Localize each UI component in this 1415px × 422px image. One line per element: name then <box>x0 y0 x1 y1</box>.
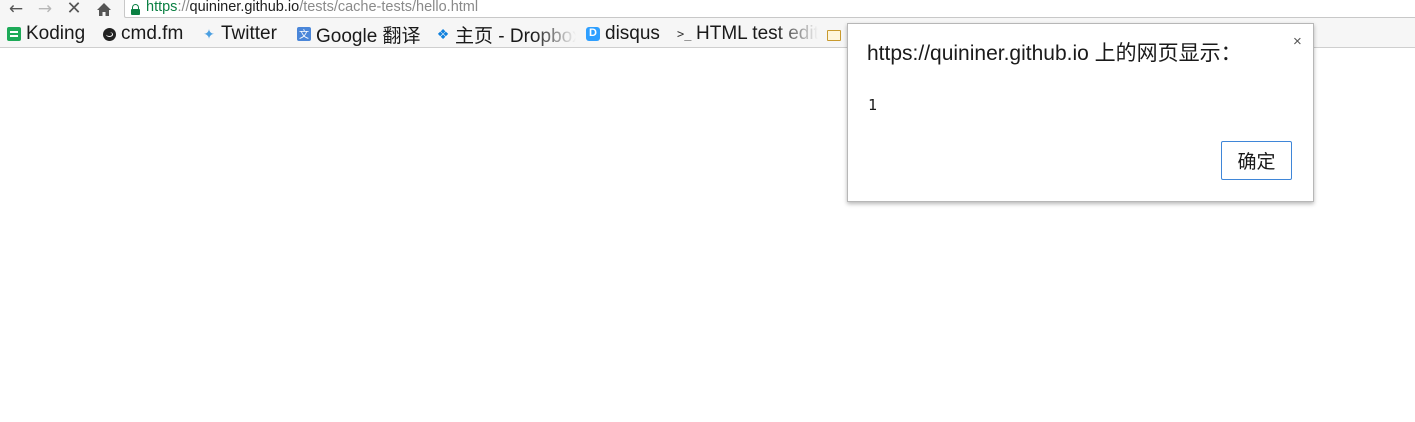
home-icon <box>97 2 111 16</box>
ok-button[interactable]: 确定 <box>1221 141 1292 180</box>
disqus-icon <box>586 27 600 41</box>
folder-icon <box>827 29 841 41</box>
url-host: quininer.github.io <box>189 0 300 15</box>
koding-icon <box>7 27 21 41</box>
close-icon[interactable]: × <box>1293 33 1302 50</box>
bookmark-label: Koding <box>26 23 86 44</box>
bookmark-disqus[interactable]: disqus <box>586 20 660 48</box>
arrow-right-icon: → <box>37 0 53 19</box>
bookmark-label: Twitter <box>221 23 277 44</box>
bookmark-twitter[interactable]: ✦ Twitter <box>202 20 277 48</box>
bookmark-label: HTML test editor <box>696 23 818 44</box>
url-scheme: https <box>146 0 178 15</box>
bookmark-html-test-editor[interactable]: >_ HTML test editor <box>677 20 818 48</box>
lock-icon[interactable] <box>131 3 140 15</box>
alert-dialog: https://quininer.github.io 上的网页显示： × 1 确… <box>847 23 1314 202</box>
arrow-left-icon: ← <box>8 0 24 19</box>
bookmark-label: cmd.fm <box>121 23 184 44</box>
dialog-title: https://quininer.github.io 上的网页显示： <box>867 42 1242 65</box>
back-button[interactable]: ← <box>5 0 27 18</box>
cmd-fm-icon <box>103 27 116 41</box>
bookmark-cmd-fm[interactable]: cmd.fm <box>103 20 183 48</box>
bookmark-koding[interactable]: Koding <box>7 20 85 48</box>
url-separator: :// <box>177 0 190 15</box>
bookmark-label: disqus <box>605 23 660 44</box>
terminal-icon: >_ <box>677 27 692 41</box>
bookmark-label: 主页 - Dropbox <box>455 25 576 47</box>
twitter-icon: ✦ <box>203 26 215 42</box>
forward-button[interactable]: → <box>34 0 56 18</box>
bookmark-label: Google 翻译 <box>316 25 421 47</box>
bookmark-folder[interactable] <box>827 20 846 48</box>
stop-button[interactable]: ✕ <box>63 0 85 18</box>
browser-toolbar: ← → ✕ https://quininer.github.io/tests/c… <box>0 0 1415 20</box>
dialog-message: 1 <box>868 96 878 114</box>
close-icon: ✕ <box>66 0 82 19</box>
address-bar[interactable]: https://quininer.github.io/tests/cache-t… <box>124 0 1415 18</box>
url-text: https://quininer.github.io/tests/cache-t… <box>146 0 478 15</box>
url-path: /tests/cache-tests/hello.html <box>299 0 479 15</box>
home-button[interactable] <box>93 0 115 18</box>
bookmark-dropbox[interactable]: ❖ 主页 - Dropbox <box>436 20 576 48</box>
google-translate-icon <box>297 26 311 41</box>
dropbox-icon: ❖ <box>436 26 450 42</box>
bookmark-google-translate[interactable]: Google 翻译 <box>297 20 421 48</box>
